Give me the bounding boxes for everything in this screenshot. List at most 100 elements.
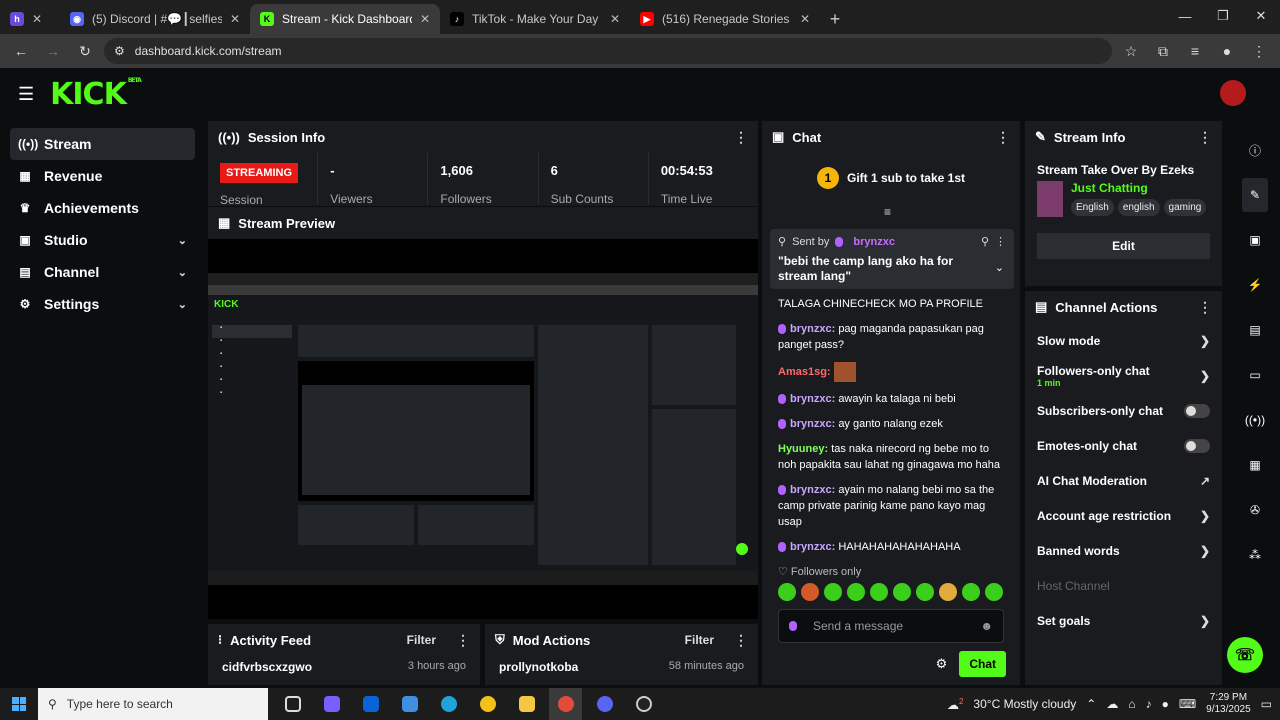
grid-icon[interactable]: ▦ bbox=[1242, 448, 1268, 482]
weather-text[interactable]: 30°C Mostly cloudy bbox=[973, 697, 1076, 711]
nodes-icon[interactable]: ⁂ bbox=[1242, 538, 1268, 572]
extensions-icon[interactable]: ⧉ bbox=[1150, 38, 1176, 64]
emote-button[interactable] bbox=[985, 583, 1003, 601]
back-icon[interactable]: ← bbox=[8, 38, 34, 64]
chat-input[interactable]: Send a message ☻ bbox=[778, 609, 1004, 643]
set-goals-item[interactable]: Set goals ❯ bbox=[1025, 603, 1222, 638]
close-icon[interactable]: ✕ bbox=[230, 12, 240, 26]
chat-user[interactable]: brynzxc: bbox=[790, 484, 835, 496]
tab-tiktok[interactable]: ♪ TikTok - Make Your Day ✕ bbox=[440, 4, 630, 34]
outlook-icon[interactable] bbox=[354, 688, 387, 720]
help-chat-button[interactable]: ☏ bbox=[1227, 637, 1263, 673]
chrome-active-icon[interactable] bbox=[549, 688, 582, 720]
broadcast-icon[interactable]: ((•)) bbox=[1242, 403, 1268, 437]
more-options-icon[interactable]: ⋮ bbox=[734, 129, 748, 146]
subscribers-only-toggle[interactable] bbox=[1184, 403, 1210, 418]
sidebar-item-channel[interactable]: ▤ Channel ⌄ bbox=[10, 256, 195, 288]
sidebar-item-studio[interactable]: ▣ Studio ⌄ bbox=[10, 224, 195, 256]
more-options-icon[interactable]: ⋮ bbox=[995, 235, 1006, 248]
hamburger-menu-icon[interactable]: ☰ bbox=[18, 84, 34, 105]
mic-icon[interactable]: ● bbox=[1162, 697, 1169, 711]
close-icon[interactable]: ✕ bbox=[32, 12, 42, 26]
close-icon[interactable]: ✕ bbox=[610, 12, 620, 26]
site-info-icon[interactable]: ⚙ bbox=[114, 44, 125, 58]
start-button[interactable] bbox=[0, 688, 38, 720]
tab-discord[interactable]: ◉ (5) Discord | #💬┃selfies | The C ✕ bbox=[60, 4, 250, 34]
info-icon[interactable]: ⓘ bbox=[1242, 133, 1268, 167]
tab-h[interactable]: h ✕ bbox=[0, 4, 60, 34]
chat-user[interactable]: brynzxc: bbox=[790, 393, 835, 405]
edit-stream-button[interactable]: Edit bbox=[1037, 233, 1210, 259]
edit-icon[interactable]: ✎ bbox=[1242, 178, 1268, 212]
sidebar-item-achievements[interactable]: ♛ Achievements bbox=[10, 192, 195, 224]
sidebar-item-settings[interactable]: ⚙ Settings ⌄ bbox=[10, 288, 195, 320]
preview-icon[interactable]: ▣ bbox=[1242, 223, 1268, 257]
emote-button[interactable] bbox=[824, 583, 842, 601]
close-icon[interactable]: ✕ bbox=[420, 12, 430, 26]
new-tab-button[interactable]: + bbox=[820, 4, 850, 34]
sidebar-item-revenue[interactable]: ▦ Revenue bbox=[10, 160, 195, 192]
chat-user[interactable]: Hyuuney: bbox=[778, 443, 828, 455]
close-icon[interactable]: ✕ bbox=[800, 12, 810, 26]
reload-icon[interactable]: ↻ bbox=[72, 38, 98, 64]
chat-user[interactable]: brynzxc: bbox=[790, 323, 835, 335]
followers-only-item[interactable]: Followers-only chat 1 min ❯ bbox=[1025, 358, 1222, 393]
restore-icon[interactable]: ❐ bbox=[1204, 0, 1242, 32]
chat-user[interactable]: brynzxc: bbox=[790, 541, 835, 553]
task-view-icon[interactable] bbox=[276, 688, 309, 720]
gear-icon[interactable]: ⚙ bbox=[936, 656, 948, 672]
emote-button[interactable] bbox=[801, 583, 819, 601]
edge-icon[interactable] bbox=[432, 688, 465, 720]
notifications-icon[interactable]: ▭ bbox=[1261, 697, 1272, 711]
sidebar-item-stream[interactable]: ((•)) Stream bbox=[10, 128, 195, 160]
chevron-up-icon[interactable]: ⌃ bbox=[1086, 697, 1096, 711]
chat-user[interactable]: brynzxc: bbox=[790, 418, 835, 430]
emote-button[interactable] bbox=[893, 583, 911, 601]
chat-user[interactable]: Amas1sg: bbox=[778, 366, 831, 378]
send-chat-button[interactable]: Chat bbox=[959, 651, 1006, 677]
filter-button[interactable]: Filter bbox=[685, 633, 714, 647]
file-explorer-icon[interactable] bbox=[510, 688, 543, 720]
tab-kick-dashboard[interactable]: K Stream - Kick Dashboard ✕ bbox=[250, 4, 440, 34]
forward-icon[interactable]: → bbox=[40, 38, 66, 64]
bookmark-icon[interactable]: ☆ bbox=[1118, 38, 1144, 64]
stream-preview-video[interactable]: KICK ▪ ▪ ▪ ▪ ▪ ▪ bbox=[208, 273, 758, 585]
lightning-icon[interactable]: ⚡ bbox=[1242, 268, 1268, 302]
weather-icon[interactable]: ☁2 bbox=[947, 697, 963, 712]
url-field[interactable]: ⚙ dashboard.kick.com/stream bbox=[104, 38, 1112, 64]
category-label[interactable]: Just Chatting bbox=[1071, 181, 1206, 195]
emote-button[interactable] bbox=[962, 583, 980, 601]
gift-sub-banner[interactable]: 1 Gift 1 sub to take 1st bbox=[771, 161, 1011, 195]
volume-icon[interactable]: ♪ bbox=[1146, 697, 1152, 711]
taskbar-clock[interactable]: 7:29 PM 9/13/2025 bbox=[1206, 692, 1251, 716]
emotes-only-toggle[interactable] bbox=[1184, 438, 1210, 453]
store-icon[interactable] bbox=[393, 688, 426, 720]
discord-taskbar-icon[interactable] bbox=[588, 688, 621, 720]
copilot-icon[interactable] bbox=[315, 688, 348, 720]
network-icon[interactable]: ⌂ bbox=[1128, 697, 1135, 711]
slow-mode-item[interactable]: Slow mode ❯ bbox=[1025, 323, 1222, 358]
ai-moderation-item[interactable]: AI Chat Moderation ↗ bbox=[1025, 463, 1222, 498]
minimize-icon[interactable]: — bbox=[1166, 0, 1204, 32]
wrench-icon[interactable]: ✇ bbox=[1242, 493, 1268, 527]
profile-icon[interactable]: ● bbox=[1214, 38, 1240, 64]
clipboard-icon[interactable]: ▤ bbox=[1242, 313, 1268, 347]
close-window-icon[interactable]: ✕ bbox=[1242, 0, 1280, 32]
kick-logo[interactable]: KICK BETA bbox=[50, 77, 142, 112]
more-options-icon[interactable]: ⋮ bbox=[996, 129, 1010, 146]
filter-button[interactable]: Filter bbox=[407, 633, 436, 647]
avatar[interactable] bbox=[1220, 80, 1246, 106]
emote-button[interactable] bbox=[778, 583, 796, 601]
browser-menu-icon[interactable]: ⋮ bbox=[1246, 38, 1272, 64]
onedrive-icon[interactable]: ☁ bbox=[1106, 697, 1118, 711]
media-icon[interactable]: ≡ bbox=[1182, 38, 1208, 64]
tab-youtube[interactable]: ▶ (516) Renegade Stories - MULT ✕ bbox=[630, 4, 820, 34]
scroll-indicator-icon[interactable]: ≡ bbox=[884, 205, 891, 219]
pinned-user[interactable]: brynzxc bbox=[853, 236, 895, 248]
emote-button[interactable] bbox=[847, 583, 865, 601]
more-options-icon[interactable]: ⋮ bbox=[734, 632, 748, 649]
more-options-icon[interactable]: ⋮ bbox=[1198, 299, 1212, 316]
banned-words-item[interactable]: Banned words ❯ bbox=[1025, 533, 1222, 568]
chat-bubble-icon[interactable]: ▭ bbox=[1242, 358, 1268, 392]
emote-button[interactable] bbox=[939, 583, 957, 601]
